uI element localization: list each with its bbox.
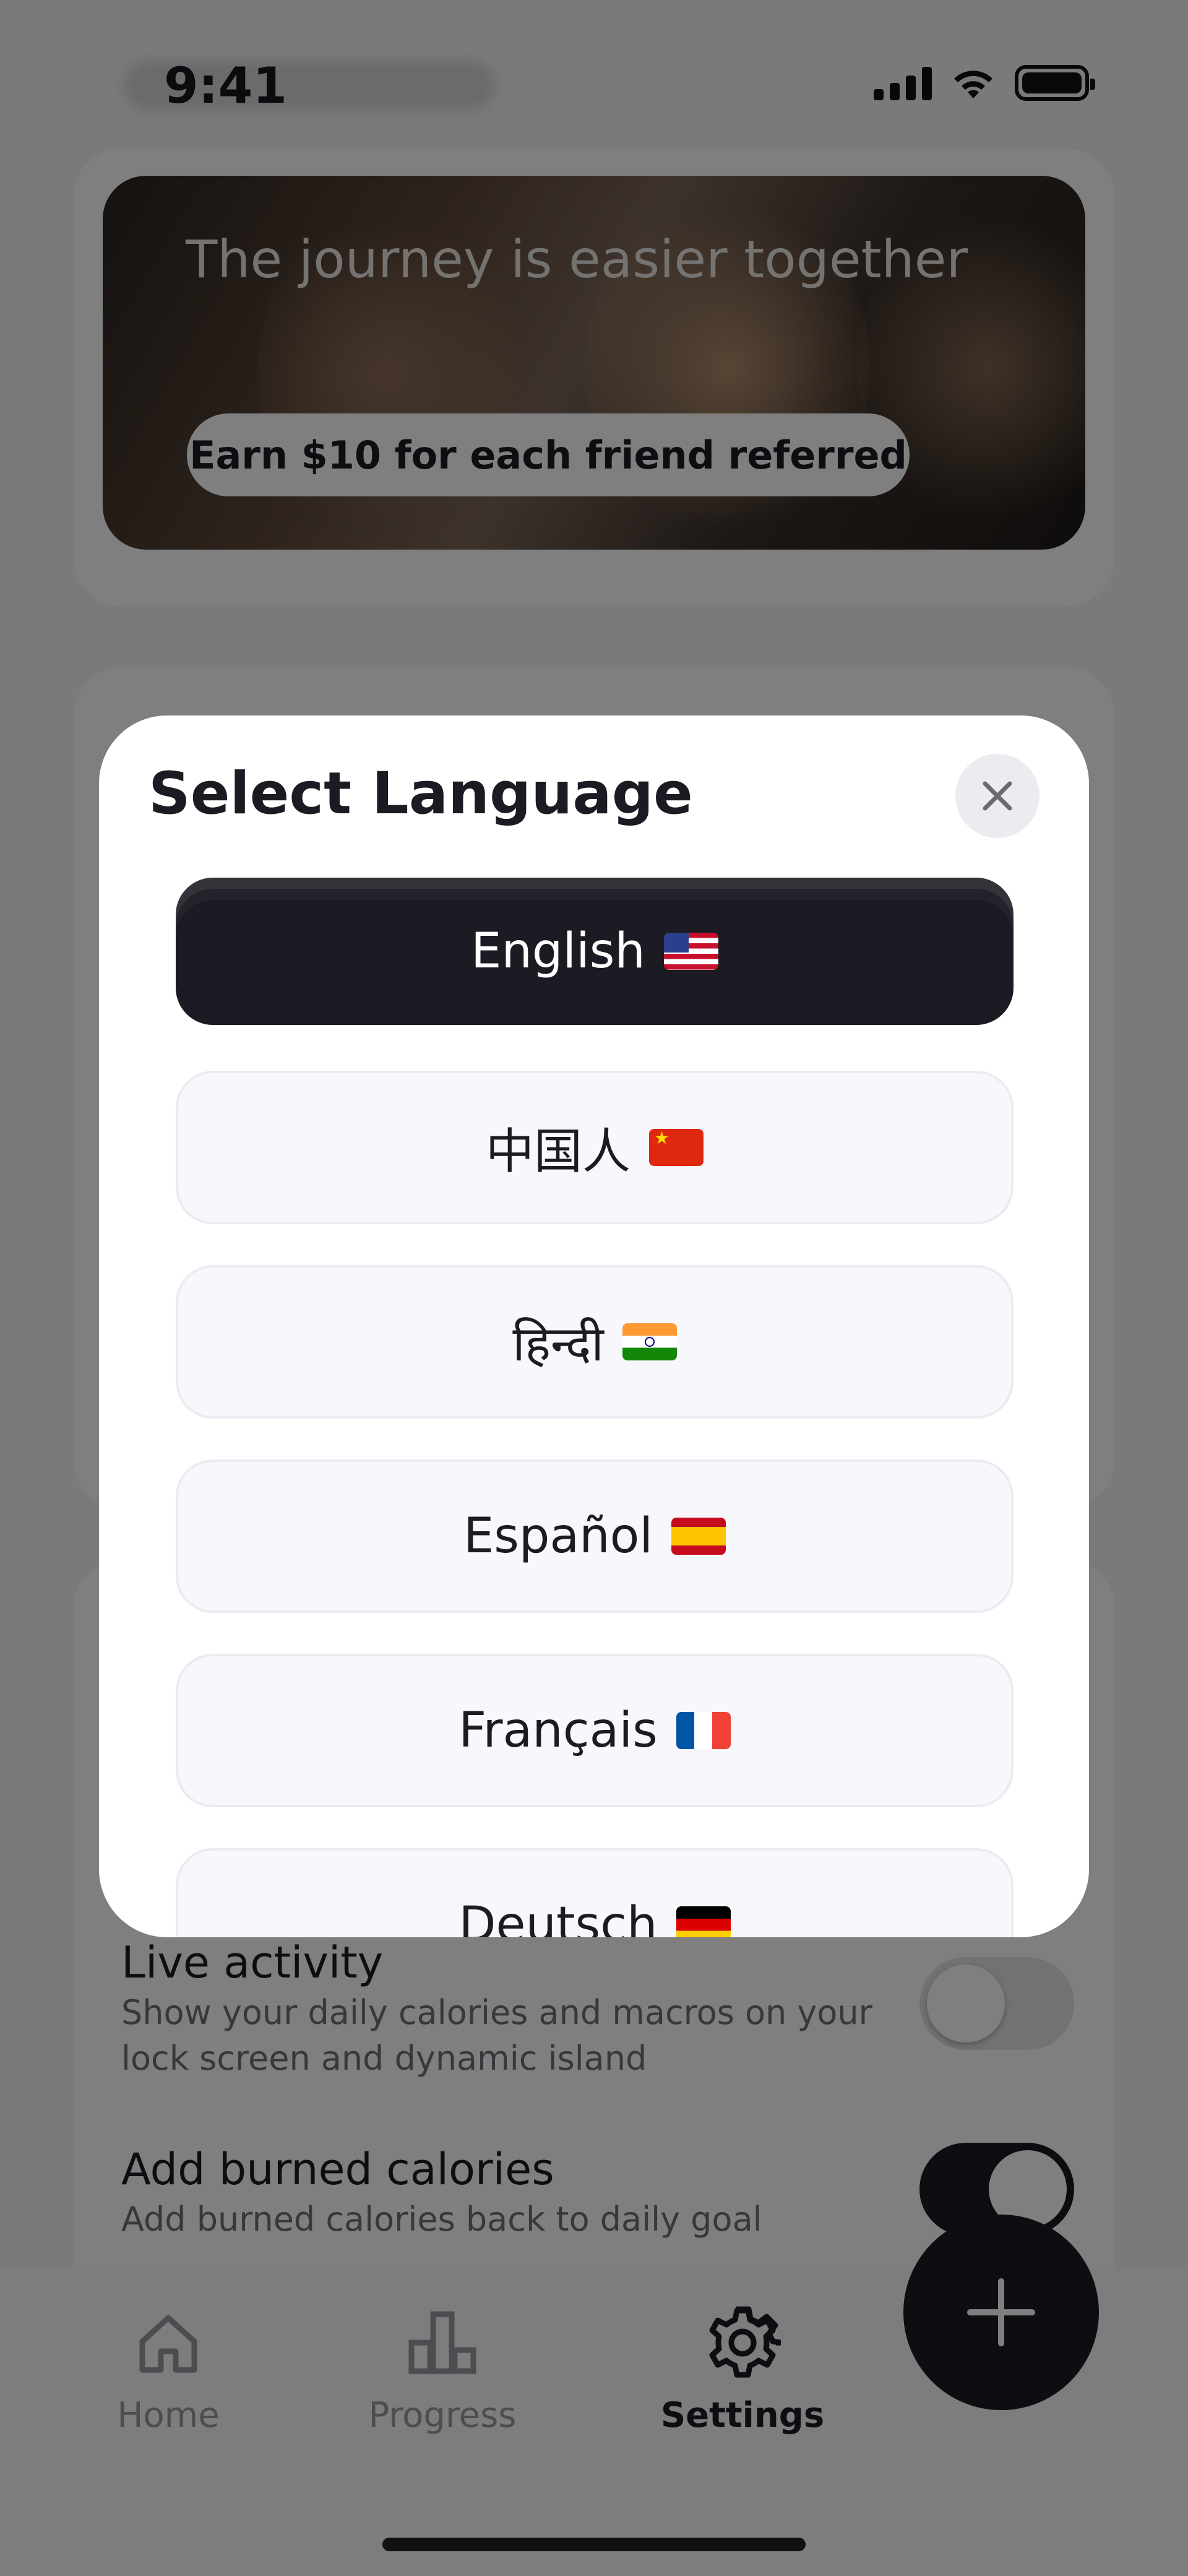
language-option-french[interactable]: Français <box>176 1654 1014 1807</box>
home-indicator[interactable] <box>382 2538 806 2551</box>
language-label: Deutsch <box>458 1897 658 1937</box>
language-label: हिन्दी <box>512 1316 604 1372</box>
spain-flag-icon <box>671 1518 726 1555</box>
language-option-german[interactable]: Deutsch <box>176 1848 1014 1937</box>
language-label: 中国人 <box>485 1124 631 1180</box>
language-label: Español <box>463 1508 653 1564</box>
language-modal: Select Language English 中国人 हिन्दी Españ… <box>99 715 1089 1937</box>
china-flag-icon <box>649 1129 704 1166</box>
language-option-english[interactable]: English <box>176 878 1014 1025</box>
language-label: English <box>471 923 645 979</box>
language-label: Français <box>458 1703 658 1758</box>
us-flag-icon <box>663 933 718 970</box>
france-flag-icon <box>676 1712 731 1749</box>
close-button[interactable] <box>955 754 1040 838</box>
language-option-spanish[interactable]: Español <box>176 1459 1014 1613</box>
india-flag-icon <box>622 1323 677 1360</box>
modal-title: Select Language <box>148 760 693 828</box>
language-option-hindi[interactable]: हिन्दी <box>176 1265 1014 1419</box>
germany-flag-icon <box>676 1906 731 1937</box>
close-icon <box>983 781 1012 811</box>
status-blur <box>124 61 495 110</box>
language-option-chinese[interactable]: 中国人 <box>176 1071 1014 1224</box>
